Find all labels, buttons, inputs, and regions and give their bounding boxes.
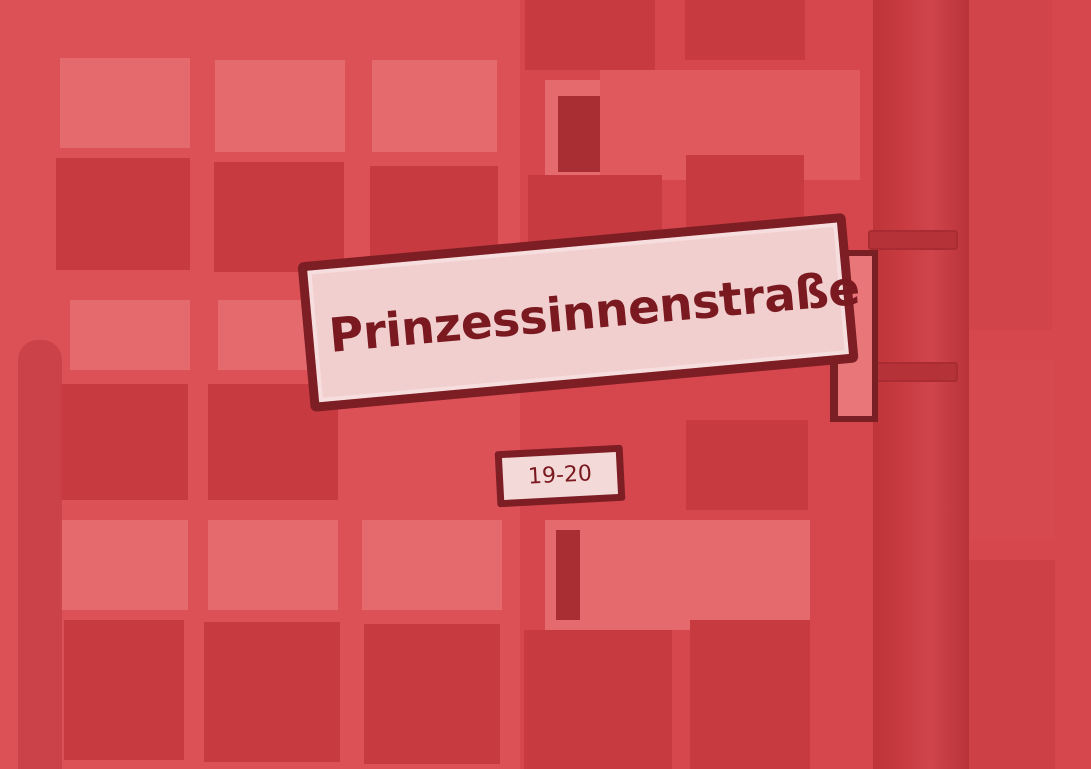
pole-clamp xyxy=(868,362,958,382)
window xyxy=(215,60,345,152)
window xyxy=(56,158,190,270)
window xyxy=(214,162,344,272)
window xyxy=(556,530,580,620)
window xyxy=(686,420,808,510)
street-photo: Prinzessinnenstraße 19-20 xyxy=(0,0,1091,769)
window xyxy=(965,560,1055,769)
window xyxy=(60,384,188,500)
pole-clamp xyxy=(868,230,958,250)
sign-pole xyxy=(873,0,969,769)
window xyxy=(962,0,1052,330)
window xyxy=(558,96,600,172)
balcony-frame xyxy=(545,520,810,630)
window xyxy=(362,520,502,610)
window xyxy=(690,620,810,769)
window xyxy=(204,622,340,762)
window xyxy=(60,520,188,610)
house-numbers: 19-20 xyxy=(527,461,593,490)
window xyxy=(965,360,1055,540)
window xyxy=(525,0,655,70)
window xyxy=(208,520,338,610)
window xyxy=(372,60,497,152)
street-name: Prinzessinnenstraße xyxy=(326,260,862,364)
window xyxy=(60,58,190,148)
window xyxy=(70,300,190,370)
window xyxy=(685,0,805,60)
window xyxy=(64,620,184,760)
house-number-plate: 19-20 xyxy=(494,444,626,508)
window xyxy=(524,630,672,769)
lamp-post xyxy=(18,340,62,769)
window xyxy=(364,624,500,764)
